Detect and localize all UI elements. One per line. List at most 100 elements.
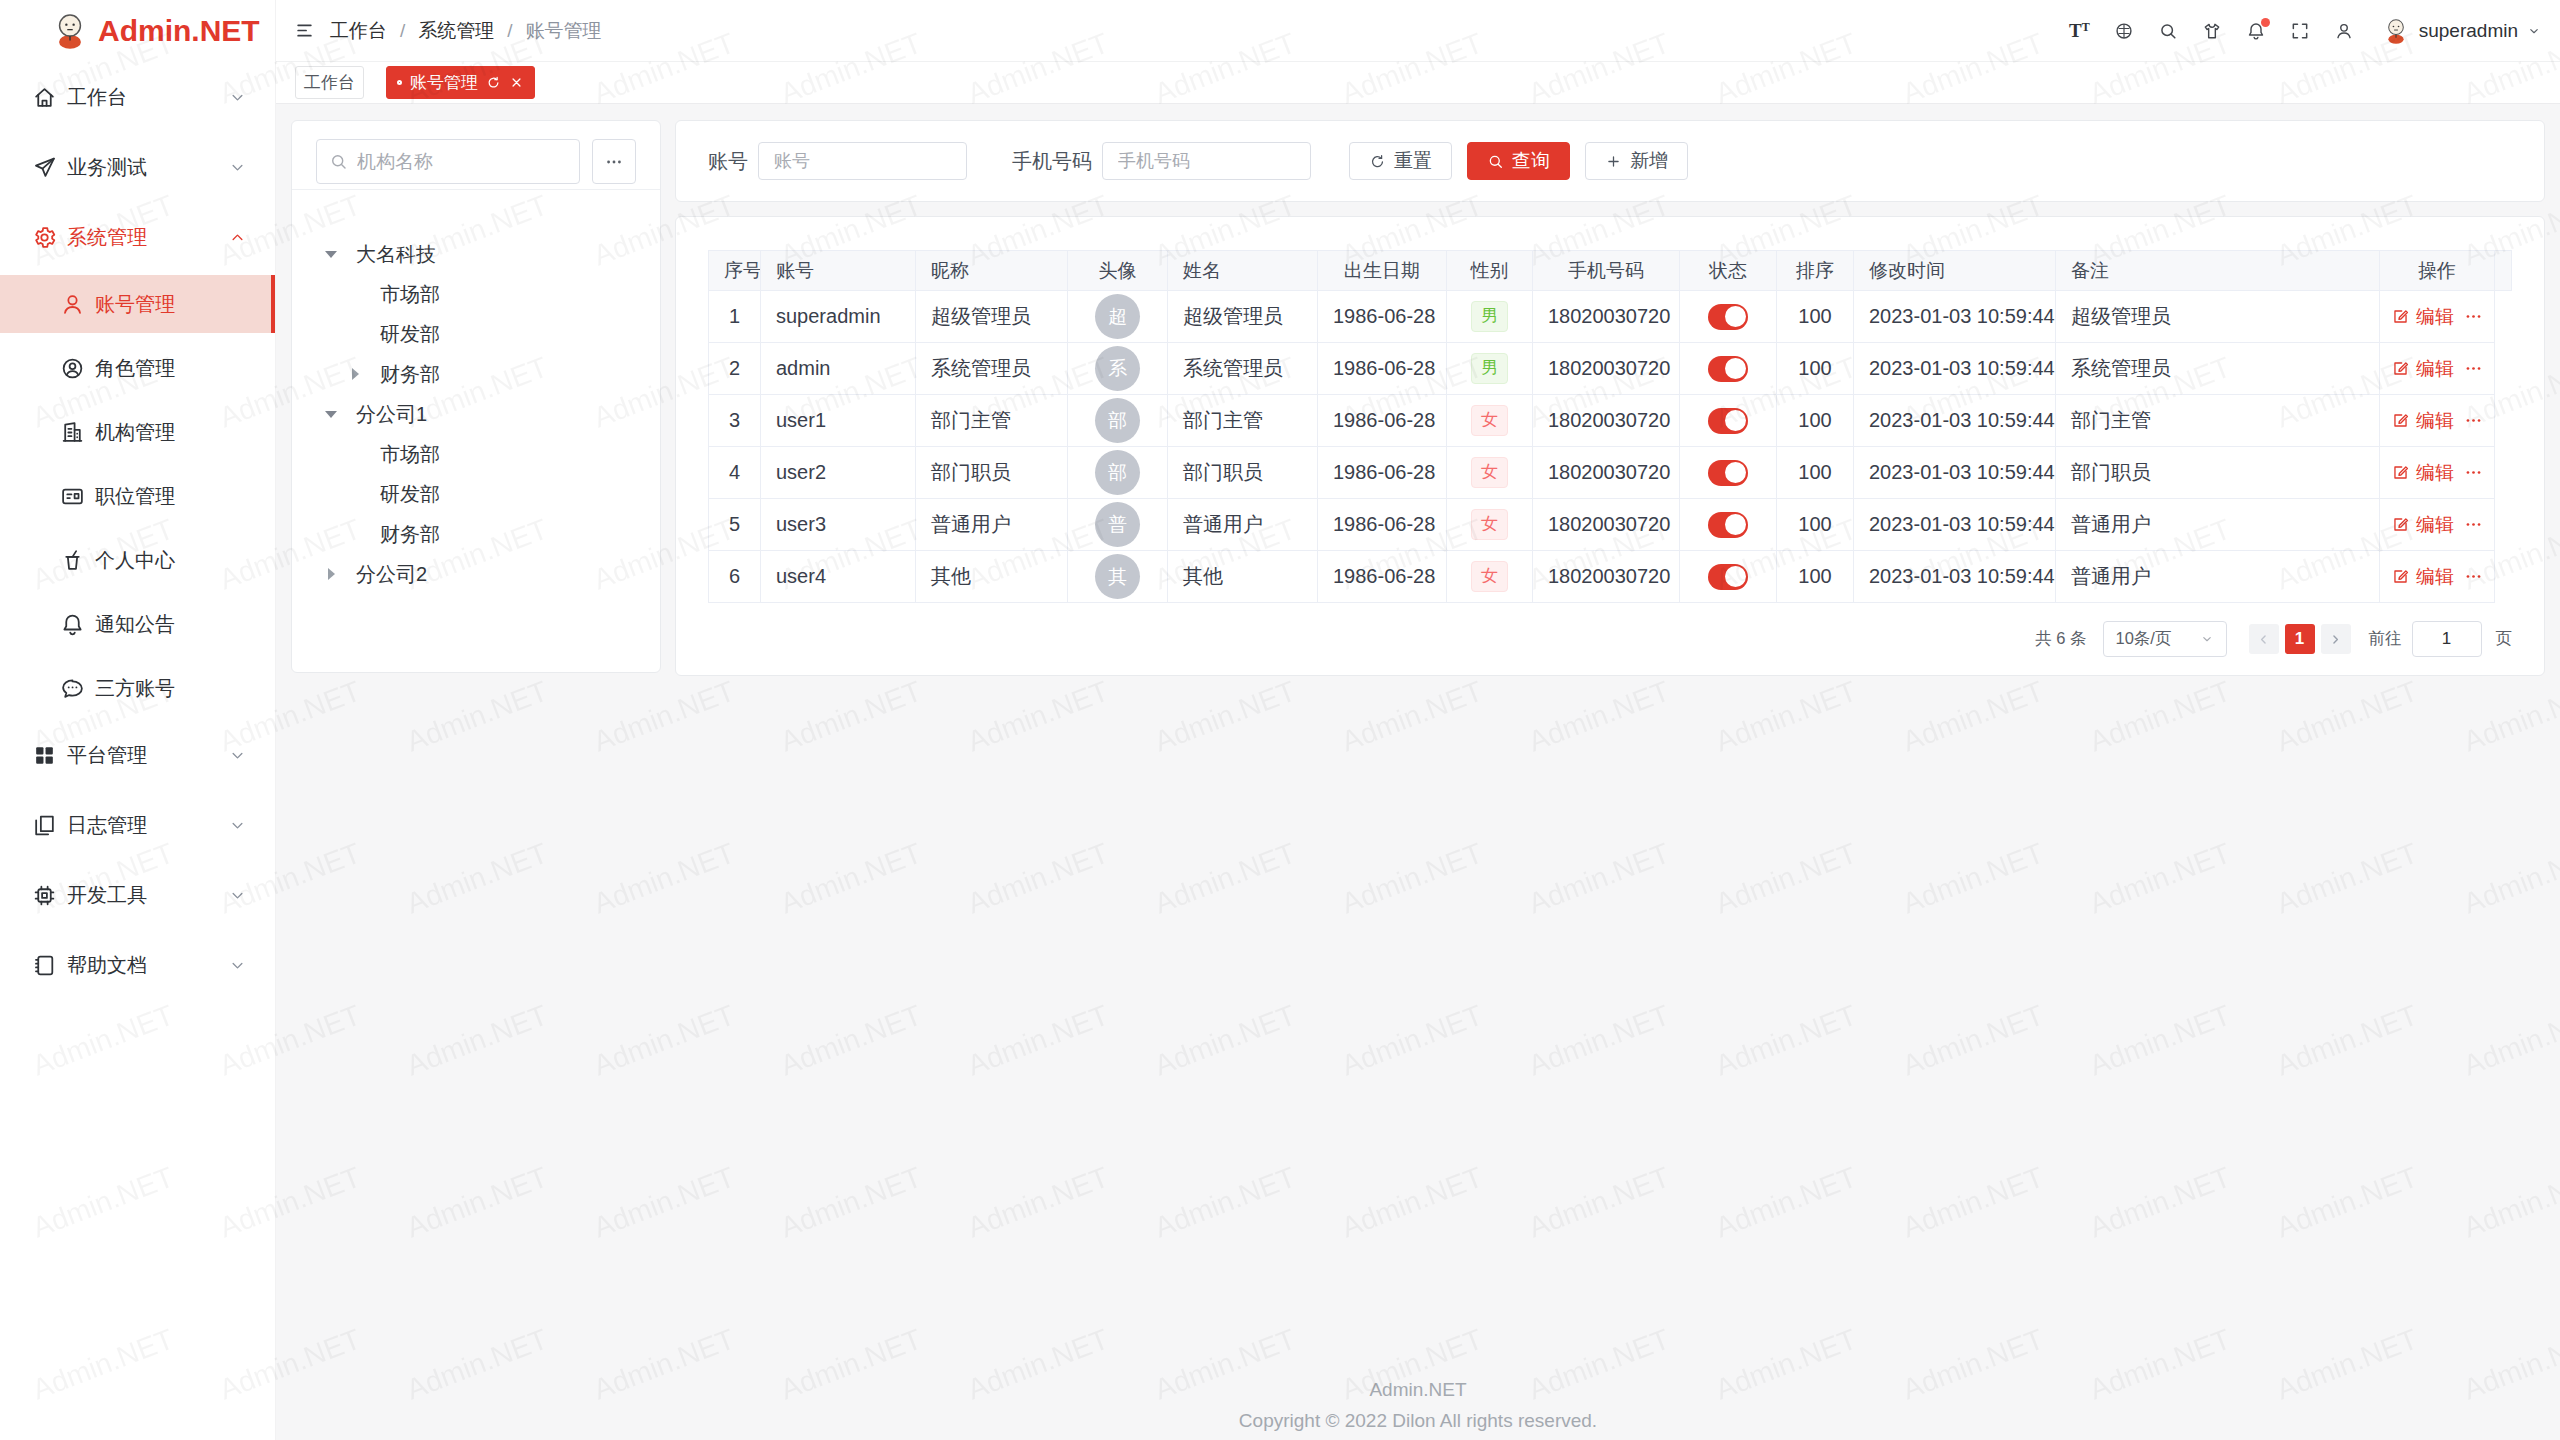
status-toggle[interactable] xyxy=(1708,408,1748,434)
breadcrumb-item[interactable]: 系统管理 xyxy=(418,18,494,44)
edit-button[interactable]: 编辑 xyxy=(2391,408,2454,434)
sidebar-item-label: 业务测试 xyxy=(67,154,228,181)
fullscreen-icon[interactable] xyxy=(2290,21,2310,41)
active-dot-icon xyxy=(397,80,402,85)
avatar: 普 xyxy=(1095,502,1140,547)
header-gutter xyxy=(2495,251,2512,291)
column-header: 状态 xyxy=(1680,251,1777,291)
edit-button[interactable]: 编辑 xyxy=(2391,460,2454,486)
phone-input[interactable] xyxy=(1102,142,1311,180)
goto-page-input[interactable] xyxy=(2412,621,2482,657)
breadcrumb-separator: / xyxy=(507,20,512,42)
sidebar-item-5[interactable]: 机构管理 xyxy=(0,403,275,461)
page-size-select[interactable]: 10条/页 xyxy=(2103,621,2227,657)
row-more-button[interactable] xyxy=(2464,515,2483,534)
tab-workbench[interactable]: 工作台 xyxy=(295,66,364,99)
query-buttons: 重置 查询 新增 xyxy=(1349,142,1688,180)
cell-phone: 18020030720 xyxy=(1533,551,1680,603)
tree-node-6[interactable]: 研发部 xyxy=(302,474,650,514)
row-more-button[interactable] xyxy=(2464,359,2483,378)
cell-gender: 男 xyxy=(1447,291,1533,343)
edit-button[interactable]: 编辑 xyxy=(2391,304,2454,330)
current-page[interactable]: 1 xyxy=(2285,624,2315,654)
cell-gender: 女 xyxy=(1447,551,1533,603)
theme-icon[interactable] xyxy=(2202,21,2222,41)
sidebar-item-7[interactable]: 个人中心 xyxy=(0,531,275,589)
sidebar-item-3[interactable]: 账号管理 xyxy=(0,275,275,333)
sidebar-item-0[interactable]: 工作台 xyxy=(0,68,275,126)
edit-button[interactable]: 编辑 xyxy=(2391,356,2454,382)
cell-avatar: 部 xyxy=(1068,395,1168,447)
tree-node-label: 分公司2 xyxy=(356,561,427,588)
account-input[interactable] xyxy=(758,142,967,180)
gender-tag: 男 xyxy=(1471,353,1508,384)
row-more-button[interactable] xyxy=(2464,567,2483,586)
sidebar-item-2[interactable]: 系统管理 xyxy=(0,208,275,266)
user-menu[interactable]: superadmin xyxy=(2382,17,2541,45)
breadcrumb-separator: / xyxy=(400,20,405,42)
add-button[interactable]: 新增 xyxy=(1585,142,1688,180)
row-more-button[interactable] xyxy=(2464,307,2483,326)
cell-name: 超级管理员 xyxy=(1168,291,1318,343)
avatar: 部 xyxy=(1095,450,1140,495)
org-search-input[interactable] xyxy=(357,151,567,173)
cell-sort: 100 xyxy=(1777,447,1854,499)
edit-button[interactable]: 编辑 xyxy=(2391,564,2454,590)
org-more-button[interactable] xyxy=(592,139,636,184)
cell-name: 普通用户 xyxy=(1168,499,1318,551)
row-gutter xyxy=(2495,499,2512,551)
next-page-button[interactable] xyxy=(2321,624,2351,654)
sidebar-item-13[interactable]: 帮助文档 xyxy=(0,936,275,994)
font-size-icon[interactable]: TT xyxy=(2069,21,2090,40)
row-more-button[interactable] xyxy=(2464,411,2483,430)
cell-nickname: 超级管理员 xyxy=(916,291,1068,343)
tree-node-3[interactable]: 财务部 xyxy=(302,354,650,394)
sidebar-item-1[interactable]: 业务测试 xyxy=(0,138,275,196)
tree-node-0[interactable]: 大名科技 xyxy=(302,234,650,274)
status-toggle[interactable] xyxy=(1708,460,1748,486)
search-icon[interactable] xyxy=(2158,21,2178,41)
breadcrumb-item[interactable]: 工作台 xyxy=(330,18,387,44)
row-gutter xyxy=(2495,395,2512,447)
status-toggle[interactable] xyxy=(1708,512,1748,538)
sidebar-item-8[interactable]: 通知公告 xyxy=(0,595,275,653)
search-button[interactable]: 查询 xyxy=(1467,142,1570,180)
sidebar-item-12[interactable]: 开发工具 xyxy=(0,866,275,924)
language-icon[interactable] xyxy=(2114,21,2134,41)
tree-node-1[interactable]: 市场部 xyxy=(302,274,650,314)
cell-account: user4 xyxy=(761,551,916,603)
tree-node-7[interactable]: 财务部 xyxy=(302,514,650,554)
status-toggle[interactable] xyxy=(1708,304,1748,330)
collapse-menu-icon[interactable] xyxy=(295,21,314,40)
sidebar-item-4[interactable]: 角色管理 xyxy=(0,339,275,397)
status-toggle[interactable] xyxy=(1708,564,1748,590)
status-toggle[interactable] xyxy=(1708,356,1748,382)
prev-page-button[interactable] xyxy=(2249,624,2279,654)
logo[interactable]: Admin.NET xyxy=(0,0,275,62)
edit-button[interactable]: 编辑 xyxy=(2391,512,2454,538)
search-icon xyxy=(329,152,348,171)
cell-avatar: 普 xyxy=(1068,499,1168,551)
profile-icon[interactable] xyxy=(2334,21,2354,41)
tab-refresh-icon[interactable] xyxy=(486,75,501,90)
sidebar-item-11[interactable]: 日志管理 xyxy=(0,796,275,854)
cell-gender: 男 xyxy=(1447,343,1533,395)
tree-node-8[interactable]: 分公司2 xyxy=(302,554,650,594)
avatar: 部 xyxy=(1095,398,1140,443)
tree-node-2[interactable]: 研发部 xyxy=(302,314,650,354)
avatar: 超 xyxy=(1095,294,1140,339)
cell-avatar: 其 xyxy=(1068,551,1168,603)
sidebar-item-9[interactable]: 三方账号 xyxy=(0,659,275,717)
sidebar-item-6[interactable]: 职位管理 xyxy=(0,467,275,525)
sidebar-item-10[interactable]: 平台管理 xyxy=(0,726,275,784)
avatar-text: 系 xyxy=(1108,356,1127,382)
notification-bell-icon[interactable] xyxy=(2246,21,2266,41)
tree-node-5[interactable]: 市场部 xyxy=(302,434,650,474)
tree-node-4[interactable]: 分公司1 xyxy=(302,394,650,434)
reset-button[interactable]: 重置 xyxy=(1349,142,1452,180)
row-more-button[interactable] xyxy=(2464,463,2483,482)
cell-remark: 超级管理员 xyxy=(2056,291,2380,343)
tab-account-management[interactable]: 账号管理 xyxy=(386,66,535,99)
page-content: 大名科技市场部研发部财务部分公司1市场部研发部财务部分公司2 账号 手机号码 重… xyxy=(276,104,2560,1440)
tab-close-icon[interactable] xyxy=(509,75,524,90)
